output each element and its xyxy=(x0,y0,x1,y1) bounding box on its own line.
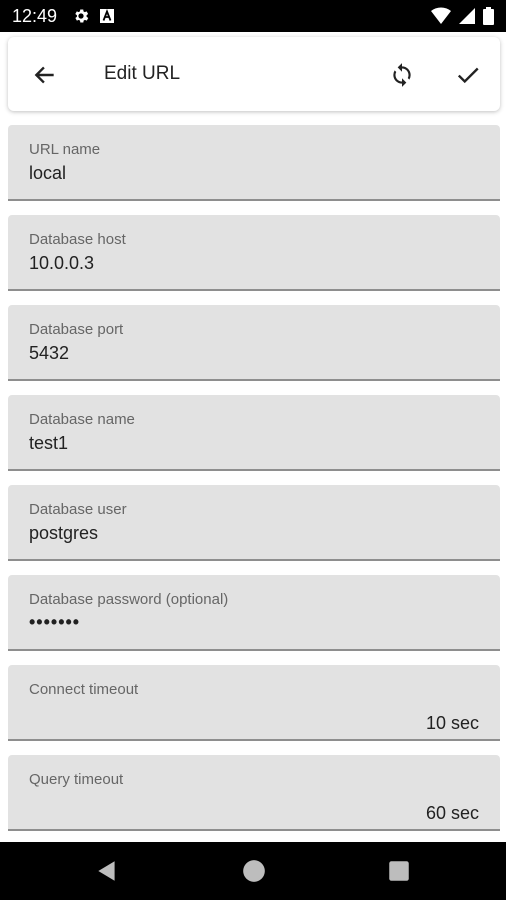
font-icon xyxy=(99,8,115,24)
wifi-icon xyxy=(431,7,451,25)
nav-recents-icon[interactable] xyxy=(386,858,412,884)
field-label: URL name xyxy=(29,141,101,158)
field-label: Database host xyxy=(29,231,126,248)
nav-back-icon[interactable] xyxy=(94,858,120,884)
nav-home-icon[interactable] xyxy=(241,858,267,884)
status-icons-right xyxy=(431,7,494,25)
signal-icon xyxy=(458,7,476,25)
connect-timeout-field[interactable]: Connect timeout 10 sec xyxy=(8,665,500,741)
field-value: 10.0.0.3 xyxy=(29,253,95,273)
field-label: Database user xyxy=(29,501,127,518)
field-value: test1 xyxy=(29,433,69,453)
url-name-field[interactable]: URL name local xyxy=(8,125,500,201)
field-label: Query timeout xyxy=(29,771,124,788)
database-user-field[interactable]: Database user postgres xyxy=(8,485,500,561)
status-bar: 12:49 xyxy=(0,0,506,32)
form-fields: URL name local Database host 10.0.0.3 Da… xyxy=(8,125,500,831)
status-icons-left xyxy=(72,7,115,25)
database-name-field[interactable]: Database name test1 xyxy=(8,395,500,471)
field-value: ••••••• xyxy=(29,612,81,632)
database-password-field[interactable]: Database password (optional) ••••••• xyxy=(8,575,500,651)
arrow-back-icon[interactable] xyxy=(32,62,58,88)
status-time: 12:49 xyxy=(12,6,58,26)
database-host-field[interactable]: Database host 10.0.0.3 xyxy=(8,215,500,291)
field-value: postgres xyxy=(29,523,99,543)
check-icon[interactable] xyxy=(455,62,481,88)
refresh-icon[interactable] xyxy=(389,62,415,88)
database-port-field[interactable]: Database port 5432 xyxy=(8,305,500,381)
field-label: Database port xyxy=(29,321,124,338)
field-label: Database name xyxy=(29,411,135,428)
page-title: Edit URL xyxy=(104,63,181,84)
settings-icon xyxy=(72,7,90,25)
field-label: Database password (optional) xyxy=(29,591,229,608)
navigation-bar xyxy=(0,842,506,900)
field-value: 5432 xyxy=(29,343,70,363)
battery-icon xyxy=(483,7,494,25)
app-bar: Edit URL xyxy=(8,37,500,111)
field-label: Connect timeout xyxy=(29,681,139,698)
field-value: local xyxy=(29,163,67,183)
query-timeout-field[interactable]: Query timeout 60 sec xyxy=(8,755,500,831)
field-value: 60 sec xyxy=(425,803,479,823)
field-value: 10 sec xyxy=(425,713,479,733)
